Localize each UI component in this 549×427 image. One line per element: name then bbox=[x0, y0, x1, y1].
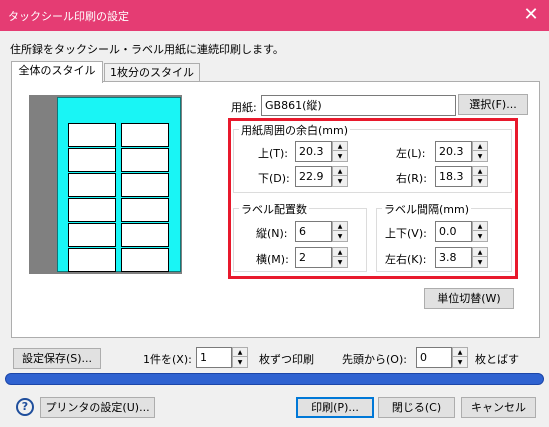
tab-panel: 用紙: GB861(縦) 選択(F)... 用紙周囲の余白(mm) 上(T): … bbox=[11, 81, 540, 338]
description-text: 住所録をタックシール・ラベル用紙に連続印刷します。 bbox=[10, 43, 284, 56]
preview-label bbox=[68, 223, 116, 247]
copies-input[interactable]: 1 bbox=[196, 347, 232, 368]
skip-suffix: 枚とばす bbox=[475, 353, 519, 366]
preview-label bbox=[121, 248, 169, 272]
spin-down-icon[interactable]: ▼ bbox=[233, 358, 247, 367]
close-icon[interactable]: ✕ bbox=[519, 4, 543, 26]
preview-label bbox=[121, 198, 169, 222]
copies-label: 1件を(X): bbox=[143, 353, 192, 366]
paper-label: 用紙: bbox=[231, 101, 257, 114]
spin-up-icon[interactable]: ▲ bbox=[453, 348, 467, 357]
spin-up-icon[interactable]: ▲ bbox=[233, 348, 247, 357]
title-bar: タックシール印刷の設定 ✕ bbox=[0, 0, 549, 31]
preview-label bbox=[121, 123, 169, 147]
select-paper-button[interactable]: 選択(F)... bbox=[458, 94, 528, 115]
save-settings-button[interactable]: 設定保存(S)... bbox=[13, 348, 101, 369]
label-preview bbox=[29, 95, 182, 274]
printer-settings-button[interactable]: プリンタの設定(U)... bbox=[40, 397, 155, 418]
tab-single-style[interactable]: 1枚分のスタイル bbox=[104, 63, 200, 83]
highlight-box bbox=[228, 118, 518, 279]
paper-field[interactable]: GB861(縦) bbox=[261, 95, 456, 116]
progress-bar bbox=[5, 373, 544, 385]
window-title: タックシール印刷の設定 bbox=[8, 10, 129, 23]
cancel-button[interactable]: キャンセル bbox=[461, 397, 536, 418]
skip-input[interactable]: 0 bbox=[416, 347, 452, 368]
close-button[interactable]: 閉じる(C) bbox=[378, 397, 455, 418]
preview-label bbox=[68, 123, 116, 147]
preview-label bbox=[121, 173, 169, 197]
preview-label bbox=[68, 148, 116, 172]
skip-spinner[interactable]: ▲ ▼ bbox=[452, 347, 468, 368]
preview-label bbox=[121, 223, 169, 247]
tab-overall-style[interactable]: 全体のスタイル bbox=[11, 61, 103, 83]
copies-spinner[interactable]: ▲ ▼ bbox=[232, 347, 248, 368]
skip-label: 先頭から(O): bbox=[342, 353, 407, 366]
preview-label bbox=[68, 173, 116, 197]
preview-sheet bbox=[57, 97, 181, 272]
preview-label bbox=[68, 248, 116, 272]
help-icon[interactable]: ? bbox=[16, 398, 34, 416]
preview-label bbox=[68, 198, 116, 222]
spin-down-icon[interactable]: ▼ bbox=[453, 358, 467, 367]
preview-label bbox=[121, 148, 169, 172]
copies-suffix: 枚ずつ印刷 bbox=[259, 353, 314, 366]
unit-toggle-button[interactable]: 単位切替(W) bbox=[424, 288, 514, 309]
print-button[interactable]: 印刷(P)... bbox=[296, 397, 374, 418]
